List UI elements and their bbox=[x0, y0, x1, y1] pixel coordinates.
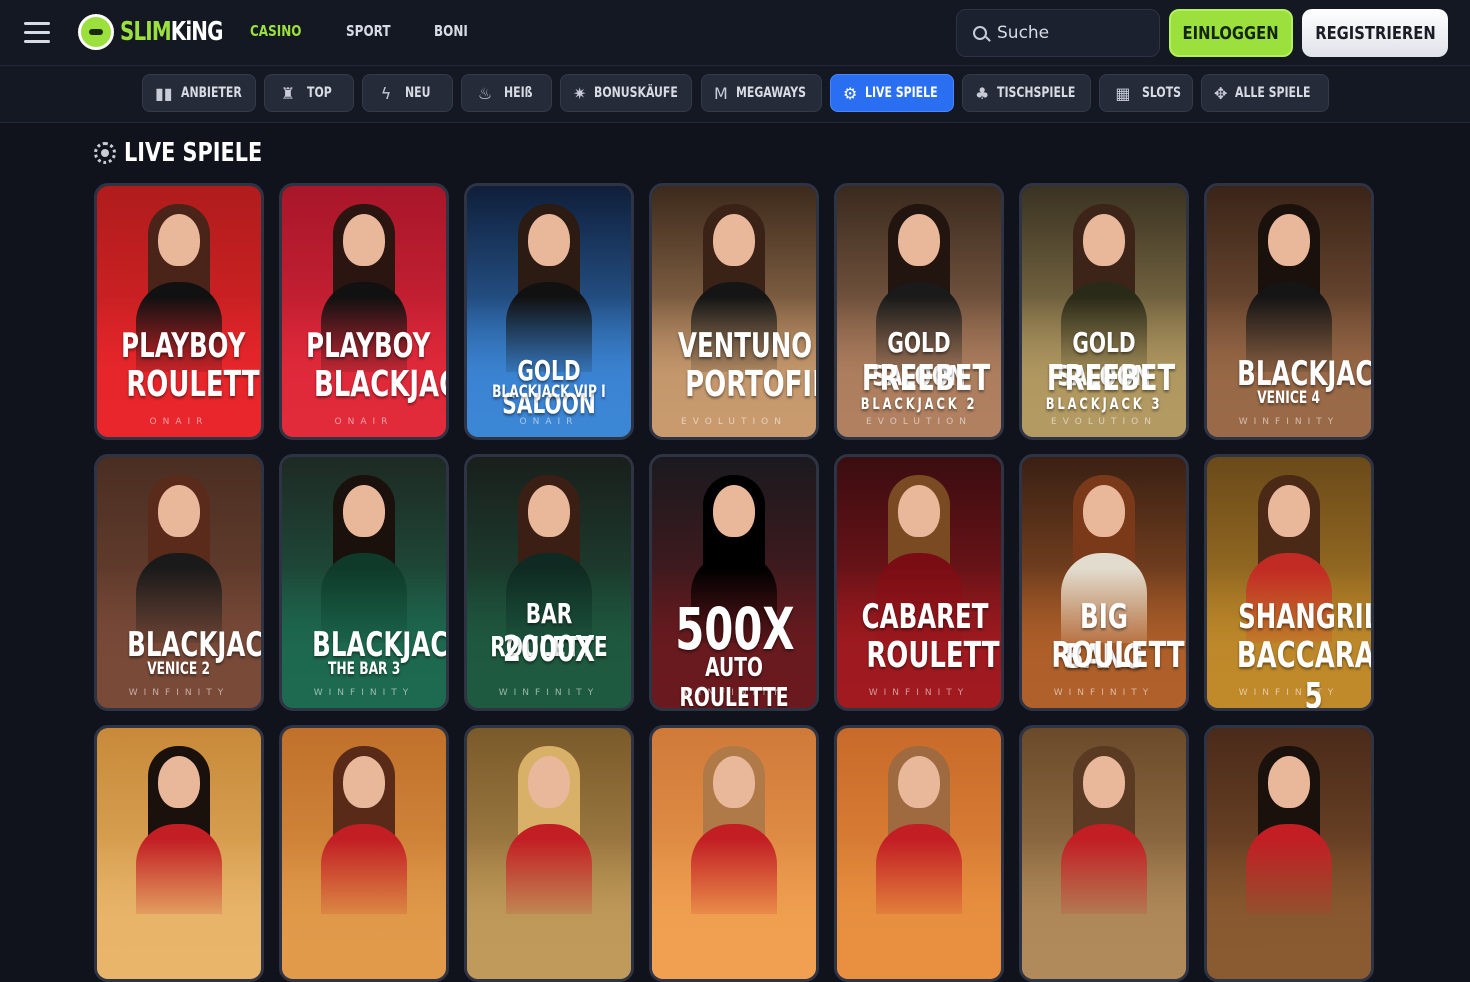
category-heiss[interactable]: ♨ HEIß bbox=[461, 74, 552, 112]
game-title: CABARET bbox=[861, 597, 989, 637]
m-icon: M bbox=[714, 83, 728, 103]
top-bar: SLIMKiNG CASINO SPORT BONI EINLOGGEN REG… bbox=[0, 0, 1470, 66]
game-card[interactable]: VENTUNOPORTOFINO EVOLUTION bbox=[649, 183, 819, 440]
category-slots[interactable]: ▦ SLOTS bbox=[1099, 74, 1193, 112]
game-card[interactable] bbox=[464, 725, 634, 982]
game-title-line2: 2000X bbox=[502, 629, 596, 670]
category-bar: ▮▮ ANBIETER ♜ TOP ϟ NEU ♨ HEIß ✷ BONUSKÄ… bbox=[0, 66, 1470, 123]
game-card[interactable]: PLAYBOYBLACKJACK ONAIR bbox=[279, 183, 449, 440]
register-button[interactable]: REGISTRIEREN bbox=[1302, 9, 1448, 57]
search-box[interactable] bbox=[956, 9, 1160, 57]
game-card[interactable]: CABARET ROULETTE WINFINITY bbox=[834, 454, 1004, 711]
category-live-spiele[interactable]: ⚙ LIVE SPIELE bbox=[830, 74, 954, 112]
lightning-icon: ϟ bbox=[380, 83, 392, 103]
game-provider: WINFINITY bbox=[1238, 688, 1340, 698]
nav-boni[interactable]: BONI bbox=[434, 22, 468, 40]
category-megaways[interactable]: M MEGAWAYS bbox=[701, 74, 822, 112]
flame-icon: ♨ bbox=[477, 83, 493, 103]
game-provider: WINFINITY bbox=[1053, 688, 1155, 698]
game-provider: WINFINITY bbox=[683, 688, 785, 698]
game-subtitle: BLACKJACK 2 bbox=[860, 394, 978, 413]
game-subtitle: BLACKJACK 3 bbox=[1045, 394, 1163, 413]
logo-text: SLIMKiNG bbox=[120, 17, 223, 47]
game-title-line2: FREEBET bbox=[1046, 358, 1176, 399]
live-gear-icon: ⚙ bbox=[843, 83, 858, 103]
cards-icon: ♣ bbox=[975, 83, 990, 103]
section-header: LIVE SPIELE bbox=[94, 138, 297, 168]
game-provider: ONAIR bbox=[149, 417, 209, 427]
search-icon bbox=[973, 26, 987, 40]
logo[interactable]: SLIMKiNG bbox=[78, 14, 241, 50]
live-gear-icon bbox=[94, 142, 116, 164]
game-card[interactable]: BIG BANG ROULETTE WINFINITY bbox=[1019, 454, 1189, 711]
game-title-line2: FREEBET bbox=[861, 358, 991, 399]
game-card[interactable] bbox=[1204, 725, 1374, 982]
game-subtitle: VENICE 2 bbox=[147, 659, 211, 679]
game-card[interactable] bbox=[1019, 725, 1189, 982]
game-card[interactable]: BLACKJACKVENICE 2WINFINITY bbox=[94, 454, 264, 711]
nav-casino[interactable]: CASINO bbox=[250, 22, 301, 40]
category-alle-spiele[interactable]: ✥ ALLE SPIELE bbox=[1201, 74, 1329, 112]
game-subtitle: BLACKJACK VIP I bbox=[492, 382, 606, 402]
category-neu[interactable]: ϟ NEU bbox=[362, 74, 453, 112]
game-title-line2: BACCARAT 5 bbox=[1236, 635, 1373, 711]
king-mascot-icon bbox=[78, 14, 114, 50]
burst-icon: ✷ bbox=[573, 83, 587, 103]
game-provider: WINFINITY bbox=[313, 688, 415, 698]
menu-icon[interactable] bbox=[24, 22, 50, 44]
game-card[interactable] bbox=[649, 725, 819, 982]
game-title-line2: ROULETTE bbox=[866, 635, 1004, 676]
game-card[interactable]: SHANGRILABACCARAT 5WINFINITY bbox=[1204, 454, 1374, 711]
game-provider: EVOLUTION bbox=[681, 417, 787, 427]
book-icon: ▮▮ bbox=[155, 83, 173, 103]
game-title: PLAYBOY bbox=[121, 326, 246, 366]
game-title-line2: ROULETTE bbox=[126, 364, 264, 405]
game-card[interactable]: 500X AUTO ROULETTE WINFINITY bbox=[649, 454, 819, 711]
game-title: VENTUNO bbox=[678, 326, 813, 366]
game-card[interactable]: GOLD SALOON BLACKJACK VIP I ONAIR bbox=[464, 183, 634, 440]
search-input[interactable] bbox=[997, 23, 1147, 43]
game-provider: WINFINITY bbox=[1238, 417, 1340, 427]
game-provider: ONAIR bbox=[519, 417, 579, 427]
game-title-line2: PORTOFINO bbox=[685, 364, 816, 405]
game-provider: WINFINITY bbox=[128, 688, 230, 698]
game-provider: WINFINITY bbox=[868, 688, 970, 698]
game-provider: EVOLUTION bbox=[1051, 417, 1157, 427]
trophy-icon: ♜ bbox=[280, 83, 296, 103]
game-card[interactable]: GOLD SALOON FREEBET BLACKJACK 2 EVOLUTION bbox=[834, 183, 1004, 440]
game-title-line2: BLACKJACK bbox=[313, 364, 446, 405]
section-title: LIVE SPIELE bbox=[124, 138, 263, 168]
game-card[interactable]: GOLD SALOON FREEBET BLACKJACK 3 EVOLUTION bbox=[1019, 183, 1189, 440]
category-top[interactable]: ♜ TOP bbox=[264, 74, 354, 112]
login-button[interactable]: EINLOGGEN bbox=[1169, 9, 1293, 57]
game-title: PLAYBOY bbox=[306, 326, 431, 366]
category-tischspiele[interactable]: ♣ TISCHSPIELE bbox=[962, 74, 1091, 112]
game-card[interactable]: BLACKJACKTHE BAR 3WINFINITY bbox=[279, 454, 449, 711]
game-card[interactable]: PLAYBOY ROULETTE ONAIR bbox=[94, 183, 264, 440]
game-card[interactable] bbox=[834, 725, 1004, 982]
game-card[interactable] bbox=[94, 725, 264, 982]
game-provider: WINFINITY bbox=[498, 688, 600, 698]
game-card[interactable]: BAR ROULETTE 2000X WINFINITY bbox=[464, 454, 634, 711]
main-nav: CASINO SPORT BONI bbox=[250, 22, 476, 40]
gamepad-icon: ✥ bbox=[1214, 83, 1228, 103]
nav-sport[interactable]: SPORT bbox=[346, 22, 391, 40]
category-bonuskaeufe[interactable]: ✷ BONUSKÄUFE bbox=[560, 74, 692, 112]
category-anbieter[interactable]: ▮▮ ANBIETER bbox=[142, 74, 256, 112]
game-subtitle: VENICE 4 bbox=[1257, 388, 1321, 408]
game-provider: ONAIR bbox=[334, 417, 394, 427]
game-card[interactable]: BLACKJACKVENICE 4WINFINITY bbox=[1204, 183, 1374, 440]
game-provider: EVOLUTION bbox=[866, 417, 972, 427]
game-title-line2: ROULETTE bbox=[1051, 635, 1189, 676]
game-subtitle: THE BAR 3 bbox=[327, 659, 401, 679]
game-title: SHANGRILA bbox=[1238, 597, 1371, 637]
game-title-line2: AUTO ROULETTE bbox=[679, 653, 789, 711]
slot-machine-icon: ▦ bbox=[1115, 83, 1131, 103]
game-card[interactable] bbox=[279, 725, 449, 982]
